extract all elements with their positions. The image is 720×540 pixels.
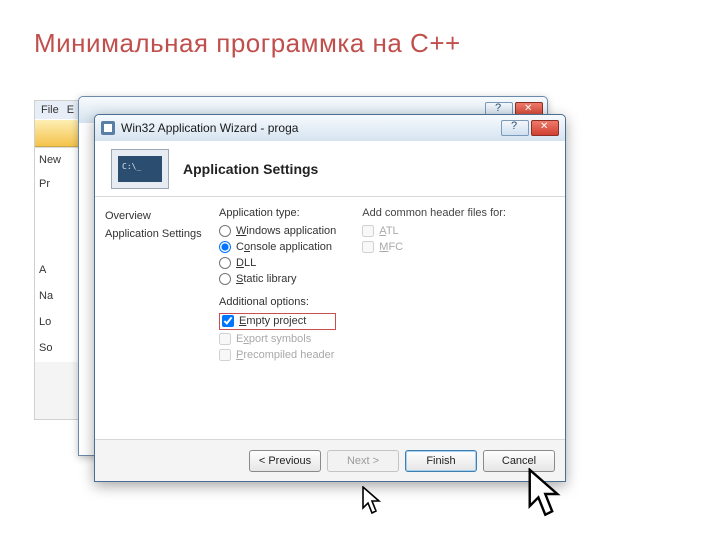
- radio-console-application[interactable]: Console application: [219, 240, 336, 254]
- app-icon: [101, 121, 115, 135]
- finish-button[interactable]: Finish: [405, 450, 477, 472]
- wizard-footer: < Previous Next > Finish Cancel: [95, 439, 565, 481]
- apptype-label: Application type:: [219, 207, 336, 219]
- help-button[interactable]: [501, 120, 529, 136]
- common-label: Add common header files for:: [362, 207, 506, 219]
- checkbox-export-symbols: Export symbols: [219, 332, 336, 346]
- bg-a: A: [35, 258, 83, 284]
- window-title: Win32 Application Wizard - proga: [121, 121, 495, 135]
- bg-menu-e: E: [67, 104, 74, 116]
- bg-lo: Lo: [35, 310, 83, 336]
- bg-na: Na: [35, 284, 83, 310]
- previous-button[interactable]: < Previous: [249, 450, 321, 472]
- cancel-button[interactable]: Cancel: [483, 450, 555, 472]
- wizard-sidebar: Overview Application Settings: [95, 197, 215, 439]
- radio-dll[interactable]: DLL: [219, 256, 336, 270]
- checkbox-atl: ATL: [362, 224, 506, 238]
- sidebar-application-settings[interactable]: Application Settings: [103, 225, 207, 243]
- col-common-headers: Add common header files for: ATL MFC: [362, 207, 506, 435]
- checkbox-precompiled-header: Precompiled header: [219, 348, 336, 362]
- empty-project-highlight: Empty project: [219, 313, 336, 330]
- titlebar: Win32 Application Wizard - proga: [95, 115, 565, 141]
- radio-static-library[interactable]: Static library: [219, 272, 336, 286]
- banner-thumb: C:\_: [111, 149, 169, 189]
- next-button: Next >: [327, 450, 399, 472]
- radio-windows-application[interactable]: Windows application: [219, 224, 336, 238]
- addopt-label: Additional options:: [219, 296, 336, 308]
- col-apptype: Application type: Windows application Co…: [219, 207, 336, 435]
- sidebar-overview[interactable]: Overview: [103, 207, 207, 225]
- bg-toolbar: [35, 119, 83, 147]
- banner: C:\_ Application Settings: [95, 141, 565, 197]
- bg-new: New: [35, 147, 83, 172]
- checkbox-mfc: MFC: [362, 240, 506, 254]
- bg-menu-file: File: [41, 104, 59, 116]
- slide-title: Минимальная программка на C++: [34, 28, 686, 59]
- close-button[interactable]: [531, 120, 559, 136]
- wizard-window: Win32 Application Wizard - proga C:\_ Ap…: [94, 114, 566, 482]
- bg-so: So: [35, 336, 83, 362]
- bg-pr: Pr: [35, 172, 83, 198]
- checkbox-empty-project[interactable]: Empty project: [222, 314, 306, 328]
- banner-title: Application Settings: [183, 161, 318, 177]
- background-app-fragment: File E New Pr A Na Lo So: [34, 100, 84, 420]
